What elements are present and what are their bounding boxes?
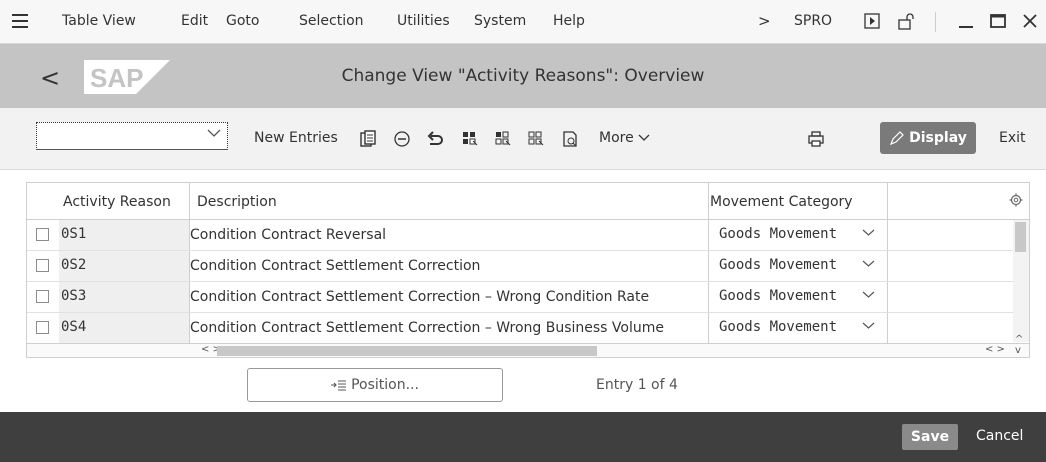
scroll-up-down-icon[interactable]: ^ v (1015, 334, 1023, 356)
menu-help[interactable]: Help (553, 13, 585, 29)
menu-goto[interactable]: Goto (226, 13, 259, 29)
more-button[interactable]: More (599, 130, 650, 146)
variant-dropdown[interactable] (36, 122, 228, 150)
description-cell[interactable]: Condition Contract Settlement Correction (190, 258, 480, 274)
movement-category-select[interactable]: Goods Movement (719, 288, 837, 304)
table-row[interactable]: 0S2 Condition Contract Settlement Correc… (27, 251, 1013, 282)
print-preview-icon[interactable] (559, 128, 581, 150)
table-row[interactable]: 0S3 Condition Contract Settlement Correc… (27, 282, 1013, 313)
movement-category-select[interactable]: Goods Movement (719, 319, 837, 335)
deselect-all-icon[interactable] (525, 128, 547, 150)
close-icon[interactable] (1020, 11, 1040, 31)
position-arrow-icon (331, 380, 347, 391)
delete-icon[interactable] (391, 128, 413, 150)
chevron-down-icon[interactable] (862, 319, 875, 334)
menu-table-view[interactable]: Table View (62, 13, 136, 29)
unlock-icon[interactable] (896, 11, 916, 31)
chevron-down-icon[interactable] (862, 257, 875, 272)
transaction-code[interactable]: SPRO (794, 13, 832, 29)
entry-counter: Entry 1 of 4 (596, 377, 678, 393)
activity-reason-cell: 0S4 (59, 313, 189, 343)
exit-button[interactable]: Exit (999, 130, 1026, 146)
footer-bar: Save Cancel (0, 412, 1046, 462)
execute-icon[interactable] (862, 11, 882, 31)
separator (935, 12, 936, 32)
row-select-checkbox[interactable] (36, 321, 49, 334)
scroll-thumb[interactable] (217, 346, 597, 356)
column-header-movement-category[interactable]: Movement Category (710, 194, 853, 210)
application-toolbar: New Entries More Display Exit (0, 108, 1046, 170)
copy-as-icon[interactable] (357, 128, 379, 150)
menu-system[interactable]: System (474, 13, 526, 29)
row-select-checkbox[interactable] (36, 290, 49, 303)
scroll-thumb[interactable] (1015, 222, 1026, 252)
hamburger-menu-icon[interactable] (12, 14, 28, 28)
menu-selection[interactable]: Selection (299, 13, 364, 29)
horizontal-scrollbar[interactable]: < > < > ^ v (27, 334, 1029, 357)
undo-icon[interactable] (424, 128, 446, 150)
row-select-checkbox[interactable] (36, 259, 49, 272)
page-title: Change View "Activity Reasons": Overview (341, 66, 705, 86)
description-cell[interactable]: Condition Contract Reversal (190, 227, 386, 243)
table-row[interactable]: 0S1 Condition Contract Reversal Goods Mo… (27, 220, 1013, 251)
position-label: Position... (351, 377, 419, 393)
chevron-down-icon[interactable] (862, 288, 875, 303)
table-header: Activity Reason Description Movement Cat… (27, 183, 1029, 220)
activity-reason-cell: 0S2 (59, 251, 189, 281)
column-header-activity-reason[interactable]: Activity Reason (63, 194, 171, 210)
scroll-arrows-icon[interactable]: < > (985, 344, 1005, 355)
chevron-down-icon (207, 127, 221, 142)
display-label: Display (909, 130, 967, 146)
menu-edit[interactable]: Edit (181, 13, 208, 29)
activity-reasons-table: Activity Reason Description Movement Cat… (26, 182, 1030, 358)
new-entries-button[interactable]: New Entries (254, 130, 338, 146)
chevron-down-icon (638, 134, 650, 141)
description-cell[interactable]: Condition Contract Settlement Correction… (190, 320, 664, 336)
maximize-icon[interactable] (988, 11, 1008, 31)
vertical-scrollbar[interactable] (1013, 220, 1029, 342)
menu-utilities[interactable]: Utilities (397, 13, 450, 29)
printer-icon[interactable] (805, 128, 827, 150)
chevron-right-icon[interactable]: > (758, 12, 771, 30)
chevron-down-icon[interactable] (862, 226, 875, 241)
select-block-icon[interactable] (492, 128, 514, 150)
save-button[interactable]: Save (902, 424, 958, 450)
column-header-description[interactable]: Description (197, 194, 277, 210)
description-cell[interactable]: Condition Contract Settlement Correction… (190, 289, 649, 305)
position-button[interactable]: Position... (247, 368, 503, 402)
select-all-icon[interactable] (459, 128, 481, 150)
more-label: More (599, 130, 634, 146)
movement-category-select[interactable]: Goods Movement (719, 257, 837, 273)
activity-reason-cell: 0S3 (59, 282, 189, 312)
menu-bar: Table View Edit Goto Selection Utilities… (0, 0, 1046, 44)
row-select-checkbox[interactable] (36, 228, 49, 241)
display-button[interactable]: Display (880, 122, 976, 154)
minimize-icon[interactable] (956, 11, 976, 31)
activity-reason-cell: 0S1 (59, 220, 189, 250)
cancel-button[interactable]: Cancel (976, 428, 1023, 444)
title-bar: < SAP Change View "Activity Reasons": Ov… (0, 44, 1046, 108)
glasses-pencil-icon (890, 131, 904, 146)
table-row[interactable]: 0S4 Condition Contract Settlement Correc… (27, 313, 1013, 344)
settings-gear-icon[interactable] (1009, 193, 1023, 211)
movement-category-select[interactable]: Goods Movement (719, 226, 837, 242)
